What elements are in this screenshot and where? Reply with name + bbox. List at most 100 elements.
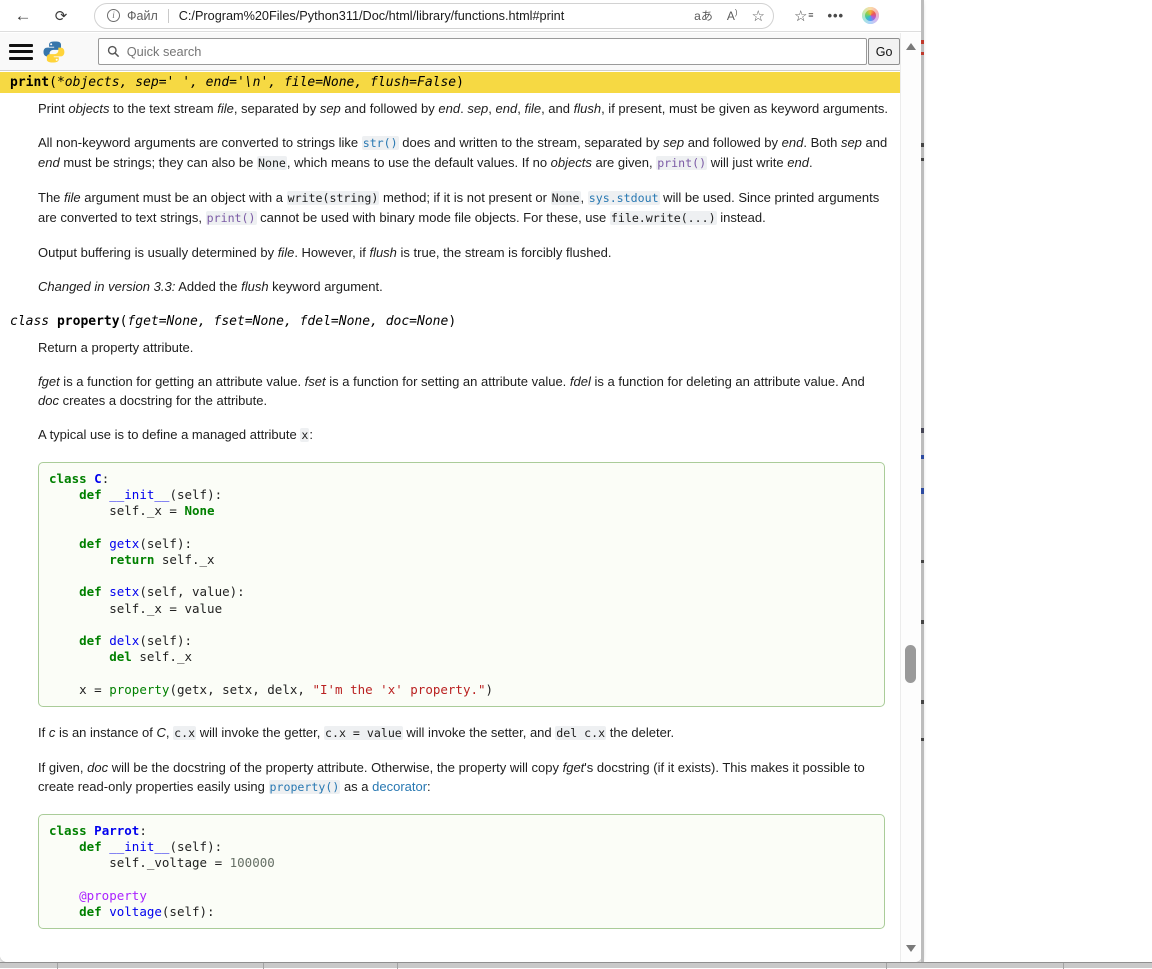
text-segment: doc: [87, 760, 108, 775]
property-class-signature: class property(fget=None, fset=None, fde…: [0, 311, 900, 332]
text-segment: All non-keyword arguments are converted …: [38, 135, 362, 150]
address-bar[interactable]: i Файл C:/Program%20Files/Python311/Doc/…: [94, 3, 774, 29]
text-segment: flush: [241, 279, 268, 294]
property-description: Return a property attribute. fget is a f…: [38, 338, 900, 929]
text-segment: , and: [541, 101, 574, 116]
signature-params: fget=None, fset=None, fdel=None, doc=Non…: [127, 314, 448, 329]
copilot-icon[interactable]: [862, 7, 879, 24]
text-segment: Added the: [175, 279, 241, 294]
text-segment: will invoke the getter,: [196, 725, 324, 740]
code-line: def setx(self, value):: [49, 584, 874, 600]
text-segment: If given,: [38, 760, 87, 775]
back-button[interactable]: ←: [8, 3, 38, 29]
text-segment: c.x = value: [324, 726, 403, 740]
doc-paragraph: If c is an instance of C, c.x will invok…: [38, 723, 888, 743]
text-segment: does and written to the stream, separate…: [399, 135, 663, 150]
inline-link[interactable]: sys.stdout: [588, 191, 660, 205]
go-button[interactable]: Go: [868, 38, 900, 65]
text-segment: is true, the stream is forcibly flushed.: [397, 245, 612, 260]
inline-link[interactable]: print(): [656, 156, 707, 170]
background-window-edge: [921, 0, 924, 962]
text-segment: flush: [369, 245, 396, 260]
scrollbar-down-arrow[interactable]: [906, 945, 916, 952]
quick-search-input[interactable]: Quick search: [98, 38, 867, 65]
text-segment: sep: [467, 101, 488, 116]
text-segment: and followed by: [684, 135, 782, 150]
text-segment: flush: [574, 101, 601, 116]
text-segment: c.x: [173, 726, 196, 740]
browser-window: ← ⟳ i Файл C:/Program%20Files/Python311/…: [0, 0, 922, 962]
translate-icon[interactable]: аあ: [694, 7, 713, 24]
text-segment: objects: [68, 101, 109, 116]
code-line: def getx(self):: [49, 536, 874, 552]
scrollbar-up-arrow[interactable]: [906, 43, 916, 50]
docs-header: Quick search Go: [0, 33, 900, 71]
favorites-hub-icon[interactable]: ☆≡: [794, 7, 807, 25]
text-segment: None: [257, 156, 287, 170]
site-info-icon[interactable]: i: [107, 9, 120, 22]
doc-paragraph: All non-keyword arguments are converted …: [38, 133, 888, 173]
add-favorite-icon[interactable]: ☆: [752, 7, 765, 25]
code-line: @property: [49, 888, 874, 904]
code-line: [49, 665, 874, 681]
code-line: def voltage(self):: [49, 904, 874, 920]
text-segment: keyword argument.: [269, 279, 383, 294]
code-line: [49, 568, 874, 584]
text-segment: argument must be an object with a: [81, 190, 287, 205]
text-segment: None: [551, 191, 581, 205]
code-line: [49, 520, 874, 536]
hub-star-glyph: ☆: [794, 8, 807, 25]
doc-paragraph: If given, doc will be the docstring of t…: [38, 758, 888, 797]
text-segment: A typical use is to define a managed att…: [38, 427, 300, 442]
code-line: return self._x: [49, 552, 874, 568]
doc-paragraph: Print objects to the text stream file, s…: [38, 99, 888, 118]
code-line: def __init__(self):: [49, 487, 874, 503]
text-segment: ,: [488, 101, 495, 116]
doc-paragraph: Changed in version 3.3: Added the flush …: [38, 277, 888, 296]
url-zone-label: Файл: [127, 9, 158, 23]
code-line: del self._x: [49, 649, 874, 665]
doc-paragraph: A typical use is to define a managed att…: [38, 425, 888, 445]
inline-link[interactable]: decorator: [372, 779, 427, 794]
text-segment: end: [782, 135, 804, 150]
text-segment: is a function for getting an attribute v…: [60, 374, 305, 389]
text-segment: x: [300, 428, 309, 442]
refresh-button[interactable]: ⟳: [46, 3, 76, 29]
inline-link[interactable]: property(): [269, 780, 341, 794]
settings-more-icon[interactable]: •••: [827, 8, 844, 23]
signature-prefix: class: [10, 314, 57, 329]
text-segment: sep: [320, 101, 341, 116]
paren: (: [49, 75, 57, 90]
code-example-class-parrot: class Parrot: def __init__(self): self._…: [38, 814, 885, 929]
text-segment: file: [217, 101, 234, 116]
text-segment: . However, if: [294, 245, 369, 260]
code-line: def __init__(self):: [49, 839, 874, 855]
read-aloud-letter: A: [727, 9, 735, 23]
text-segment: Changed in version 3.3:: [38, 279, 175, 294]
read-aloud-icon[interactable]: A): [727, 8, 738, 23]
url-text[interactable]: C:/Program%20Files/Python311/Doc/html/li…: [179, 9, 680, 23]
text-segment: is a function for setting an attribute v…: [326, 374, 570, 389]
text-segment: end: [496, 101, 518, 116]
text-segment: is a function for deleting an attribute …: [591, 374, 865, 389]
text-segment: Print: [38, 101, 68, 116]
text-segment: and followed by: [341, 101, 439, 116]
text-segment: file: [64, 190, 81, 205]
page-scrollbar[interactable]: [900, 33, 920, 962]
code-line: self._x = value: [49, 601, 874, 617]
text-segment: must be strings; they can also be: [60, 155, 257, 170]
text-segment: to the text stream: [110, 101, 218, 116]
scrollbar-thumb[interactable]: [905, 645, 916, 683]
text-segment: cannot be used with binary mode file obj…: [257, 210, 610, 225]
text-segment: ,: [581, 190, 588, 205]
text-segment: del c.x: [555, 726, 606, 740]
text-segment: Return a property attribute.: [38, 340, 193, 355]
menu-icon[interactable]: [9, 40, 33, 63]
browser-toolbar: ← ⟳ i Файл C:/Program%20Files/Python311/…: [0, 0, 922, 32]
doc-paragraph: The file argument must be an object with…: [38, 188, 888, 228]
text-segment: end: [787, 155, 809, 170]
inline-link[interactable]: str(): [362, 136, 399, 150]
text-segment: :: [309, 427, 313, 442]
inline-link[interactable]: print(): [206, 211, 257, 225]
text-segment: sep: [663, 135, 684, 150]
